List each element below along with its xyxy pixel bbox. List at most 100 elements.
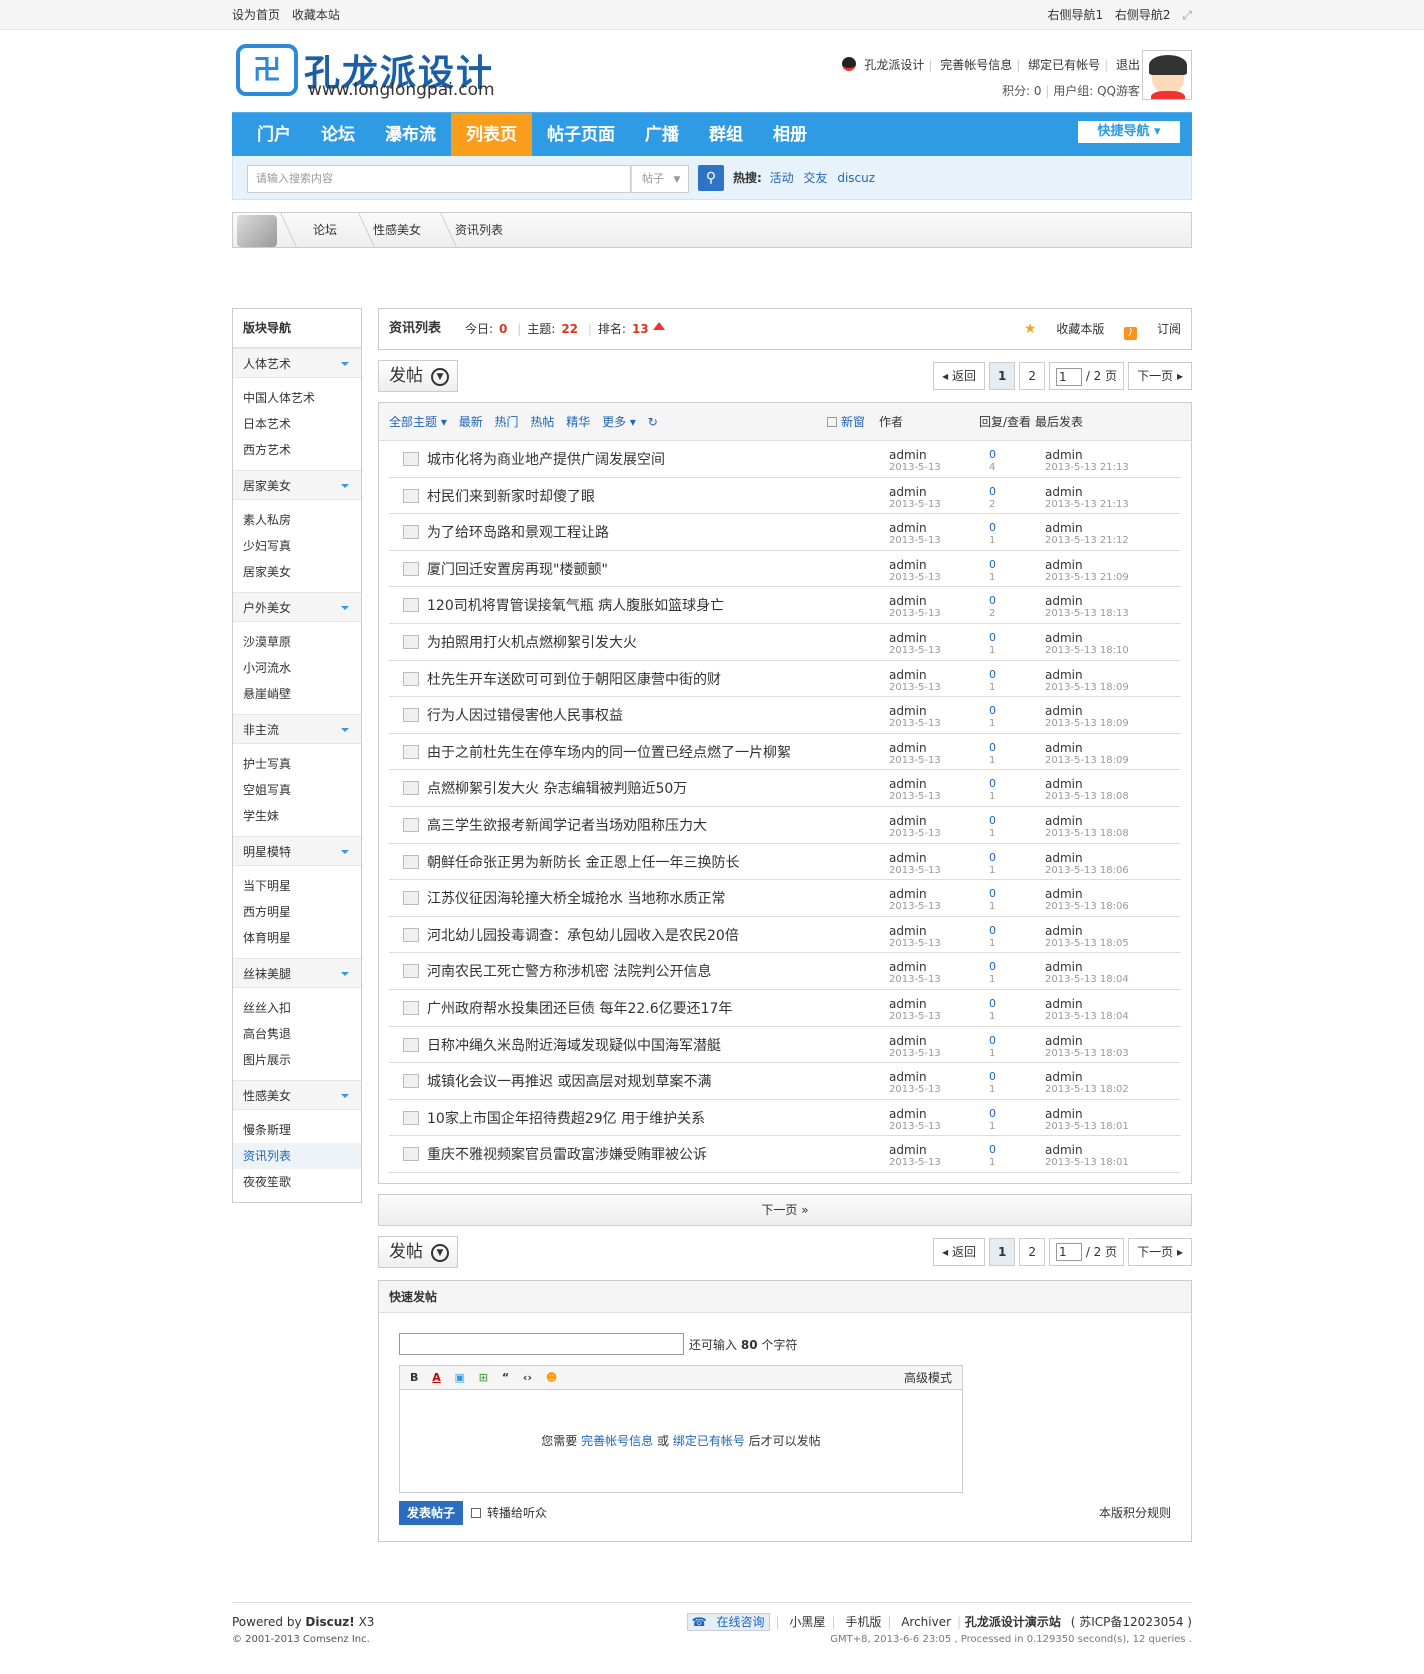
quote-icon[interactable]: “ xyxy=(502,1366,509,1390)
thread-author[interactable]: admin 2013-5-13 xyxy=(889,1071,941,1096)
thread-author[interactable]: admin 2013-5-13 xyxy=(889,1108,941,1133)
attachment-icon[interactable]: ⊞ xyxy=(479,1366,488,1390)
thread-author[interactable]: admin 2013-5-13 xyxy=(889,815,941,840)
bold-icon[interactable]: B xyxy=(410,1366,418,1390)
thread-last-post[interactable]: admin 2013-5-13 18:13 xyxy=(1045,595,1129,620)
nav-item[interactable]: 论坛 xyxy=(306,113,370,157)
thread-title[interactable]: 10家上市国企年招待费超29亿 用于维护关系 xyxy=(427,1100,705,1138)
thread-last-post[interactable]: admin 2013-5-13 21:13 xyxy=(1045,449,1129,474)
thread-author[interactable]: admin 2013-5-13 xyxy=(889,1144,941,1169)
thread-last-post[interactable]: admin 2013-5-13 18:09 xyxy=(1045,705,1129,730)
thread-title[interactable]: 厦门回迁安置房再现"楼颤颤" xyxy=(427,551,608,589)
thread-last-post[interactable]: admin 2013-5-13 18:08 xyxy=(1045,815,1129,840)
thread-last-post[interactable]: admin 2013-5-13 18:06 xyxy=(1045,852,1129,877)
filter-hot-post[interactable]: 热帖 xyxy=(530,415,554,429)
sidebar-item[interactable]: 体育明星 xyxy=(233,925,361,951)
thread-author[interactable]: admin 2013-5-13 xyxy=(889,669,941,694)
sidebar-group[interactable]: 人体艺术 xyxy=(233,348,361,378)
nav-item[interactable]: 相册 xyxy=(758,113,822,157)
logout-link[interactable]: 退出 xyxy=(1116,58,1140,72)
thread-author[interactable]: admin 2013-5-13 xyxy=(889,742,941,767)
nav-item[interactable]: 门户 xyxy=(232,113,306,157)
right-nav-1-link[interactable]: 右侧导航1 xyxy=(1047,8,1103,22)
image-icon[interactable]: ▣ xyxy=(455,1366,465,1390)
right-nav-2-link[interactable]: 右侧导航2 xyxy=(1115,8,1171,22)
nav-item[interactable]: 瀑布流 xyxy=(370,113,451,157)
page-jump-input[interactable]: 1 xyxy=(1056,367,1082,386)
search-type-select[interactable]: 帖子 ▼ xyxy=(631,165,689,193)
sidebar-item[interactable]: 居家美女 xyxy=(233,559,361,585)
thread-author[interactable]: admin 2013-5-13 xyxy=(889,998,941,1023)
thread-author[interactable]: admin 2013-5-13 xyxy=(889,888,941,913)
nav-item[interactable]: 广播 xyxy=(630,113,694,157)
site-logo[interactable]: 卍 孔龙派设计 www.longlongpai.com xyxy=(236,44,526,100)
sidebar-item[interactable]: 图片展示 xyxy=(233,1047,361,1073)
thread-author[interactable]: admin 2013-5-13 xyxy=(889,522,941,547)
broadcast-checkbox[interactable]: 转播给听众 xyxy=(471,1503,547,1523)
thread-title[interactable]: 河南农民工死亡警方称涉机密 法院判公开信息 xyxy=(427,953,711,991)
thread-last-post[interactable]: admin 2013-5-13 18:06 xyxy=(1045,888,1129,913)
hot-search-item[interactable]: 交友 xyxy=(803,171,827,185)
new-window-toggle[interactable]: 新窗 xyxy=(827,403,865,441)
filter-hot[interactable]: 热门 xyxy=(495,415,519,429)
thread-author[interactable]: admin 2013-5-13 xyxy=(889,595,941,620)
thread-author[interactable]: admin 2013-5-13 xyxy=(889,486,941,511)
search-button[interactable]: ⚲ xyxy=(698,165,724,191)
sidebar-item[interactable]: 慢条斯理 xyxy=(233,1117,361,1143)
sidebar-item[interactable]: 丝丝入扣 xyxy=(233,995,361,1021)
sidebar-item[interactable]: 学生妹 xyxy=(233,803,361,829)
username-link[interactable]: 孔龙派设计 xyxy=(864,58,924,72)
sidebar-group[interactable]: 非主流 xyxy=(233,714,361,744)
filter-all[interactable]: 全部主题 ▾ xyxy=(389,415,447,429)
credit-rules-link[interactable]: 本版积分规则 xyxy=(1099,1501,1171,1525)
sidebar-item[interactable]: 少妇写真 xyxy=(233,533,361,559)
filter-digest[interactable]: 精华 xyxy=(566,415,590,429)
subject-input[interactable] xyxy=(399,1332,684,1355)
sidebar-group[interactable]: 居家美女 xyxy=(233,470,361,500)
archiver-link[interactable]: Archiver xyxy=(901,1615,951,1629)
thread-author[interactable]: admin 2013-5-13 xyxy=(889,1035,941,1060)
filter-more[interactable]: 更多 ▾ xyxy=(602,415,636,429)
thread-title[interactable]: 村民们来到新家时却傻了眼 xyxy=(427,478,595,516)
filter-newest[interactable]: 最新 xyxy=(459,415,483,429)
thread-last-post[interactable]: admin 2013-5-13 21:12 xyxy=(1045,522,1129,547)
set-homepage-link[interactable]: 设为首页 xyxy=(232,8,280,22)
thread-title[interactable]: 日称冲绳久米岛附近海域发现疑似中国海军潜艇 xyxy=(427,1027,721,1065)
sidebar-item[interactable]: 高台隽退 xyxy=(233,1021,361,1047)
thread-author[interactable]: admin 2013-5-13 xyxy=(889,778,941,803)
hot-search-item[interactable]: discuz xyxy=(837,171,875,185)
thread-title[interactable]: 河北幼儿园投毒调查：承包幼儿园收入是农民20倍 xyxy=(427,917,739,955)
sidebar-item[interactable]: 西方艺术 xyxy=(233,437,361,463)
thread-title[interactable]: 高三学生欲报考新闻学记者当场劝阻称压力大 xyxy=(427,807,707,845)
thread-title[interactable]: 广州政府帮水投集团还巨债 每年22.6亿要还17年 xyxy=(427,990,732,1028)
mobile-link[interactable]: 手机版 xyxy=(845,1615,881,1629)
blacklist-link[interactable]: 小黑屋 xyxy=(789,1615,825,1629)
thread-title[interactable]: 城市化将为商业地产提供广阔发展空间 xyxy=(427,441,665,479)
site-name-link[interactable]: 孔龙派设计演示站 xyxy=(965,1615,1061,1629)
thread-author[interactable]: admin 2013-5-13 xyxy=(889,559,941,584)
thread-author[interactable]: admin 2013-5-13 xyxy=(889,852,941,877)
thread-last-post[interactable]: admin 2013-5-13 21:09 xyxy=(1045,559,1129,584)
thread-title[interactable]: 为了给环岛路和景观工程让路 xyxy=(427,514,609,552)
thread-title[interactable]: 江苏仪征因海轮撞大桥全城抢水 当地称水质正常 xyxy=(427,880,725,918)
page-2[interactable]: 2 xyxy=(1019,362,1045,390)
sidebar-item[interactable]: 日本艺术 xyxy=(233,411,361,437)
thread-author[interactable]: admin 2013-5-13 xyxy=(889,705,941,730)
thread-title[interactable]: 为拍照用打火机点燃柳絮引发大火 xyxy=(427,624,637,662)
new-post-button[interactable]: 发帖 ▼ xyxy=(378,1235,458,1268)
thread-title[interactable]: 城镇化会议一再推迟 或因高层对规划草案不满 xyxy=(427,1063,711,1101)
sidebar-item[interactable]: 沙漠草原 xyxy=(233,629,361,655)
sidebar-item[interactable]: 空姐写真 xyxy=(233,777,361,803)
thread-author[interactable]: admin 2013-5-13 xyxy=(889,632,941,657)
thread-last-post[interactable]: admin 2013-5-13 18:10 xyxy=(1045,632,1129,657)
sidebar-group[interactable]: 明星模特 xyxy=(233,836,361,866)
thread-last-post[interactable]: admin 2013-5-13 18:03 xyxy=(1045,1035,1129,1060)
favorite-forum-link[interactable]: ★ 收藏本版 xyxy=(1024,321,1104,337)
nav-item[interactable]: 帖子页面 xyxy=(532,113,630,157)
complete-account-link[interactable]: 完善帐号信息 xyxy=(581,1434,653,1448)
thread-title[interactable]: 点燃柳絮引发大火 杂志编辑被判赔近50万 xyxy=(427,770,687,808)
thread-title[interactable]: 杜先生开车送欧可可到位于朝阳区康营中街的财 xyxy=(427,661,721,699)
user-group[interactable]: 用户组: QQ游客 xyxy=(1053,84,1140,98)
next-page-button[interactable]: 下一页 ▸ xyxy=(1128,1237,1192,1266)
sidebar-item[interactable]: 素人私房 xyxy=(233,507,361,533)
